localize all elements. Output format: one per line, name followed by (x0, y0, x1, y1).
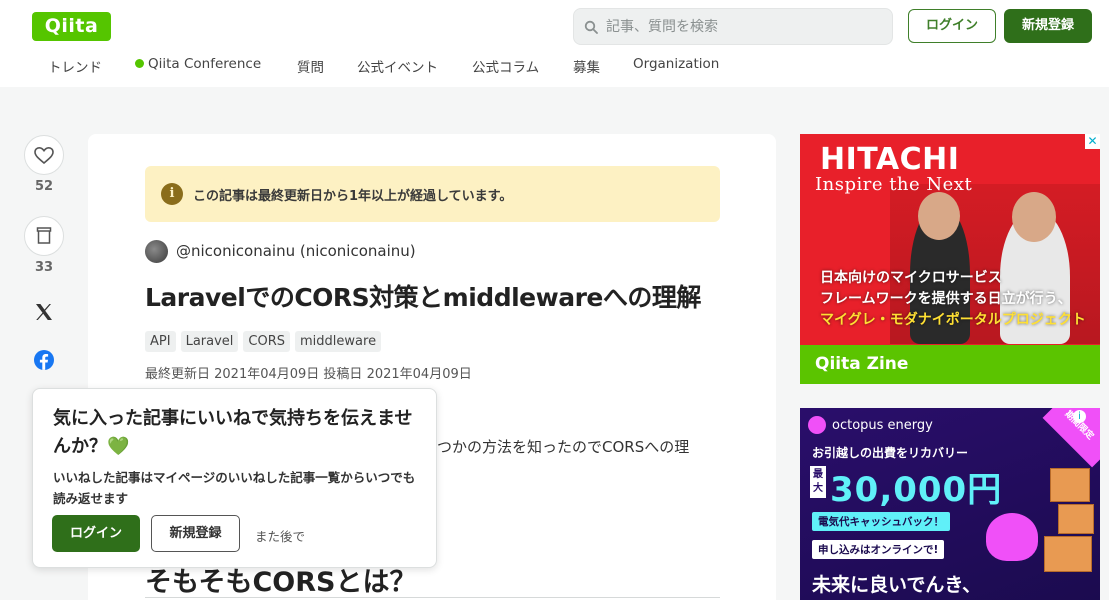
info-icon: i (161, 183, 183, 205)
nav-trend[interactable]: トレンド (48, 56, 102, 76)
tag-laravel[interactable]: Laravel (180, 331, 239, 352)
octopus-ad[interactable]: 期間限定 i octopus energy お引越しの出費をリカバリー 最大 3… (800, 408, 1100, 600)
conference-dot-icon (135, 58, 144, 68)
author-avatar[interactable] (145, 240, 168, 263)
popup-heading: 気に入った記事にいいねで気持ちを伝えませんか？💚 (53, 408, 413, 457)
search-icon (584, 20, 598, 34)
like-button[interactable] (24, 135, 64, 175)
outdated-notice-text: この記事は最終更新日から1年以上が経過しています。 (193, 189, 513, 204)
box-icon (1044, 536, 1092, 572)
hitachi-copy-line1: 日本向けのマイクロサービス (820, 270, 1002, 286)
box-icon (1058, 504, 1094, 534)
tag-api[interactable]: API (145, 331, 176, 352)
x-icon[interactable] (32, 300, 56, 324)
tag-middleware[interactable]: middleware (295, 331, 382, 352)
hitachi-copy: 日本向けのマイクロサービス フレームワークを提供する日立が行う、 マイグレ・モダ… (820, 268, 1086, 331)
popup-login-button[interactable]: ログイン (52, 515, 140, 552)
signup-button[interactable]: 新規登録 (1004, 9, 1092, 43)
popup-signup-button[interactable]: 新規登録 (151, 515, 240, 552)
octopus-line1: お引越しの出費をリカバリー (812, 446, 969, 460)
octopus-max-label: 最大 (810, 466, 826, 498)
tag-list: API Laravel CORS middleware (145, 331, 382, 352)
qiita-logo[interactable]: Qiita (32, 12, 111, 41)
article-body-snippet: つかの方法を知ったのでCORSへの理 (437, 438, 690, 456)
octopus-mascot-icon (986, 513, 1038, 561)
ad-close-icon[interactable]: ✕ (1085, 134, 1100, 149)
outdated-notice: i この記事は最終更新日から1年以上が経過しています。 (145, 166, 720, 222)
octopus-cashback: 電気代キャッシュバック！ (812, 512, 950, 531)
nav-recruitment[interactable]: 募集 (573, 56, 600, 76)
nav-organization[interactable]: Organization (633, 56, 719, 72)
heart-icon (34, 146, 54, 165)
nav-official-events[interactable]: 公式イベント (357, 56, 438, 76)
popup-later-link[interactable]: また後で (255, 526, 305, 545)
like-prompt-popup: 気に入った記事にいいねで気持ちを伝えませんか？💚 いいねした記事はマイページのい… (32, 388, 437, 568)
heading-divider (145, 597, 720, 598)
author-name[interactable]: @niconiconainu (niconiconainu) (176, 242, 416, 260)
box-icon (1050, 468, 1090, 502)
nav-questions[interactable]: 質問 (297, 56, 324, 76)
article-dates: 最終更新日 2021年04月09日 投稿日 2021年04月09日 (145, 367, 472, 382)
nav-qiita-conference[interactable]: Qiita Conference (135, 56, 261, 72)
login-button[interactable]: ログイン (908, 9, 996, 43)
article-title: LaravelでのCORS対策とmiddlewareへの理解 (145, 283, 701, 312)
site-header: Qiita ログイン 新規登録 トレンド Qiita Conference 質問… (0, 0, 1109, 87)
like-count: 52 (34, 179, 54, 194)
octopus-brand: octopus energy (832, 418, 933, 433)
tag-cors[interactable]: CORS (243, 331, 291, 352)
stock-count: 33 (34, 260, 54, 275)
popup-description: いいねした記事はマイページのいいねした記事一覧からいつでも読み返せます (53, 470, 416, 506)
hitachi-brand: HITACHI (820, 142, 960, 177)
search-input[interactable] (606, 9, 886, 44)
ad-face-left (918, 192, 960, 240)
octopus-future: 未来に良いでんき、 (812, 574, 982, 596)
octopus-logo-icon (808, 416, 826, 434)
nav-official-columns[interactable]: 公式コラム (472, 56, 539, 76)
qiita-zine-banner: Qiita Zine (800, 345, 1100, 384)
stock-icon (36, 227, 52, 244)
octopus-amount: 30,000円 (830, 470, 1003, 510)
hitachi-copy-line2: フレームワークを提供する日立が行う、 (820, 291, 1072, 307)
hitachi-ad[interactable]: HITACHI Inspire the Next 日本向けのマイクロサービス フ… (800, 134, 1100, 384)
nav-qiita-conference-label: Qiita Conference (148, 56, 262, 72)
search-box[interactable] (573, 8, 893, 45)
octopus-apply: 申し込みはオンラインで! (812, 540, 945, 559)
hitachi-copy-line3: マイグレ・モダナイポータルプロジェクト (820, 312, 1086, 328)
hitachi-slogan: Inspire the Next (815, 174, 973, 195)
facebook-icon[interactable] (32, 348, 56, 372)
ad-info-icon[interactable]: i (1073, 410, 1086, 423)
stock-button[interactable] (24, 216, 64, 256)
ad-face-right (1012, 192, 1056, 242)
